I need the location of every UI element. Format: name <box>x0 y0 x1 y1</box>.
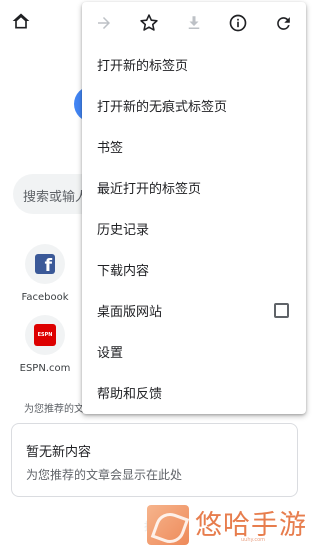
menu-item-label: 打开新的标签页 <box>97 59 189 74</box>
watermark: 悠哈手游 uuhy.com <box>143 501 309 550</box>
menu-item-help-feedback[interactable]: 帮助和反馈 <box>82 372 306 413</box>
facebook-logo-icon: f <box>35 254 55 274</box>
menu-item-new-tab[interactable]: 打开新的标签页 <box>82 44 306 85</box>
menu-item-desktop-site[interactable]: 桌面版网站 <box>82 290 306 331</box>
menu-item-label: 帮助和反馈 <box>97 387 163 402</box>
shortcut-espn[interactable]: ESPN ESPN.com <box>14 315 76 374</box>
shortcut-facebook[interactable]: f Facebook <box>14 244 76 303</box>
feed-header-hint: 为您推荐的文 <box>24 404 84 415</box>
forward-arrow-icon <box>98 17 110 29</box>
menu-item-new-incognito-tab[interactable]: 打开新的无痕式标签页 <box>82 85 306 126</box>
page-info-button[interactable] <box>227 12 249 34</box>
espn-logo-icon: ESPN <box>34 324 56 346</box>
menu-item-history[interactable]: 历史记录 <box>82 208 306 249</box>
download-icon <box>188 16 200 29</box>
shortcut-tile: ESPN <box>25 315 65 355</box>
menu-item-settings[interactable]: 设置 <box>82 331 306 372</box>
menu-item-label: 下载内容 <box>97 264 150 279</box>
overflow-menu: 打开新的标签页 打开新的无痕式标签页 书签 最近打开的标签页 历史记录 下载内容… <box>82 2 306 414</box>
bookmark-star-icon <box>140 14 158 31</box>
menu-item-label: 书签 <box>97 141 124 156</box>
watermark-logo-icon <box>147 505 189 545</box>
search-placeholder: 搜索或输人 <box>23 190 89 205</box>
feed-empty-card: 暂无新内容 为您推荐的文章会显示在此处 <box>11 423 298 497</box>
menu-item-label: 最近打开的标签页 <box>97 182 202 197</box>
shortcut-tile: f <box>25 244 65 284</box>
menu-items: 打开新的标签页 打开新的无痕式标签页 书签 最近打开的标签页 历史记录 下载内容… <box>82 44 306 413</box>
home-icon <box>12 13 30 29</box>
desktop-site-checkbox[interactable] <box>274 303 289 318</box>
info-icon <box>229 14 247 32</box>
menu-item-bookmarks[interactable]: 书签 <box>82 126 306 167</box>
menu-item-label: 桌面版网站 <box>97 305 163 320</box>
shortcut-label: ESPN.com <box>19 363 71 374</box>
menu-item-label: 设置 <box>97 346 124 361</box>
feed-empty-title: 暂无新内容 <box>26 445 92 460</box>
download-page-button[interactable] <box>183 12 205 34</box>
menu-item-recent-tabs[interactable]: 最近打开的标签页 <box>82 167 306 208</box>
bookmark-button[interactable] <box>138 12 160 34</box>
menu-item-label: 打开新的无痕式标签页 <box>97 100 228 115</box>
watermark-domain: uuhy.com <box>241 537 266 543</box>
refresh-icon <box>276 16 290 30</box>
feed-empty-subtitle: 为您推荐的文章会显示在此处 <box>26 468 183 482</box>
home-button[interactable] <box>11 11 31 31</box>
menu-toolbar <box>82 2 306 42</box>
shortcut-label: Facebook <box>21 292 69 303</box>
refresh-button[interactable] <box>272 12 294 34</box>
menu-item-downloads[interactable]: 下载内容 <box>82 249 306 290</box>
forward-button[interactable] <box>93 12 115 34</box>
menu-item-label: 历史记录 <box>97 223 150 238</box>
